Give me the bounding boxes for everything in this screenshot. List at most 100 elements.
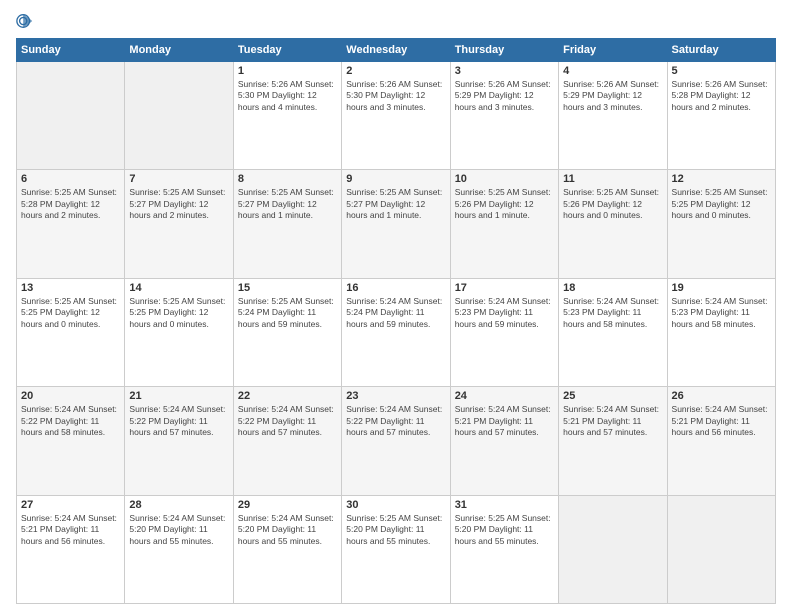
day-info: Sunrise: 5:25 AM Sunset: 5:28 PM Dayligh… bbox=[21, 187, 120, 221]
day-info: Sunrise: 5:24 AM Sunset: 5:22 PM Dayligh… bbox=[21, 404, 120, 438]
day-number: 17 bbox=[455, 282, 554, 294]
calendar-cell: 28 Sunrise: 5:24 AM Sunset: 5:20 PM Dayli… bbox=[125, 495, 233, 603]
weekday-header-monday: Monday bbox=[125, 39, 233, 62]
logo bbox=[16, 12, 36, 30]
weekday-header-saturday: Saturday bbox=[667, 39, 775, 62]
day-info: Sunrise: 5:24 AM Sunset: 5:20 PM Dayligh… bbox=[129, 513, 228, 547]
day-info: Sunrise: 5:24 AM Sunset: 5:23 PM Dayligh… bbox=[563, 296, 662, 330]
calendar-cell: 10Sunrise: 5:25 AM Sunset: 5:26 PM Dayli… bbox=[450, 170, 558, 278]
day-info: Sunrise: 5:25 AM Sunset: 5:27 PM Dayligh… bbox=[238, 187, 337, 221]
week-row-3: 20 Sunrise: 5:24 AM Sunset: 5:22 PM Dayli… bbox=[17, 387, 776, 495]
day-info: Sunrise: 5:26 AM Sunset: 5:29 PM Dayligh… bbox=[455, 79, 554, 113]
day-number: 22 bbox=[238, 390, 337, 402]
day-info: Sunrise: 5:25 AM Sunset: 5:26 PM Dayligh… bbox=[563, 187, 662, 221]
day-number: 31 bbox=[455, 499, 554, 511]
day-info: Sunrise: 5:24 AM Sunset: 5:21 PM Dayligh… bbox=[672, 404, 771, 438]
day-number: 8 bbox=[238, 173, 337, 185]
day-number: 29 bbox=[238, 499, 337, 511]
day-info: Sunrise: 5:25 AM Sunset: 5:20 PM Dayligh… bbox=[346, 513, 445, 547]
calendar-cell: 8 Sunrise: 5:25 AM Sunset: 5:27 PM Daylig… bbox=[233, 170, 341, 278]
day-info: Sunrise: 5:25 AM Sunset: 5:27 PM Dayligh… bbox=[346, 187, 445, 221]
calendar-cell: 21 Sunrise: 5:24 AM Sunset: 5:22 PM Dayli… bbox=[125, 387, 233, 495]
calendar-cell: 12 Sunrise: 5:25 AM Sunset: 5:25 PM Dayli… bbox=[667, 170, 775, 278]
calendar-cell bbox=[17, 62, 125, 170]
day-info: Sunrise: 5:26 AM Sunset: 5:30 PM Dayligh… bbox=[346, 79, 445, 113]
calendar-cell: 30 Sunrise: 5:25 AM Sunset: 5:20 PM Dayli… bbox=[342, 495, 450, 603]
day-number: 20 bbox=[21, 390, 120, 402]
day-number: 28 bbox=[129, 499, 228, 511]
calendar-cell: 15Sunrise: 5:25 AM Sunset: 5:24 PM Dayli… bbox=[233, 278, 341, 386]
day-info: Sunrise: 5:24 AM Sunset: 5:22 PM Dayligh… bbox=[129, 404, 228, 438]
calendar-cell: 2 Sunrise: 5:26 AM Sunset: 5:30 PM Daylig… bbox=[342, 62, 450, 170]
logo-icon bbox=[16, 12, 34, 30]
day-info: Sunrise: 5:25 AM Sunset: 5:27 PM Dayligh… bbox=[129, 187, 228, 221]
calendar-cell: 7 Sunrise: 5:25 AM Sunset: 5:27 PM Daylig… bbox=[125, 170, 233, 278]
calendar-cell: 23 Sunrise: 5:24 AM Sunset: 5:22 PM Dayli… bbox=[342, 387, 450, 495]
calendar-cell: 20 Sunrise: 5:24 AM Sunset: 5:22 PM Dayli… bbox=[17, 387, 125, 495]
day-info: Sunrise: 5:25 AM Sunset: 5:25 PM Dayligh… bbox=[129, 296, 228, 330]
calendar-cell: 9 Sunrise: 5:25 AM Sunset: 5:27 PM Daylig… bbox=[342, 170, 450, 278]
day-number: 12 bbox=[672, 173, 771, 185]
weekday-header-row: SundayMondayTuesdayWednesdayThursdayFrid… bbox=[17, 39, 776, 62]
calendar-cell: 13 Sunrise: 5:25 AM Sunset: 5:25 PM Dayli… bbox=[17, 278, 125, 386]
day-number: 3 bbox=[455, 65, 554, 77]
calendar-cell bbox=[559, 495, 667, 603]
calendar-cell: 17 Sunrise: 5:24 AM Sunset: 5:23 PM Dayli… bbox=[450, 278, 558, 386]
day-number: 26 bbox=[672, 390, 771, 402]
day-info: Sunrise: 5:25 AM Sunset: 5:25 PM Dayligh… bbox=[672, 187, 771, 221]
day-number: 5 bbox=[672, 65, 771, 77]
calendar-cell: 19 Sunrise: 5:24 AM Sunset: 5:23 PM Dayli… bbox=[667, 278, 775, 386]
day-number: 21 bbox=[129, 390, 228, 402]
day-info: Sunrise: 5:24 AM Sunset: 5:21 PM Dayligh… bbox=[21, 513, 120, 547]
day-number: 19 bbox=[672, 282, 771, 294]
weekday-header-friday: Friday bbox=[559, 39, 667, 62]
day-number: 9 bbox=[346, 173, 445, 185]
weekday-header-wednesday: Wednesday bbox=[342, 39, 450, 62]
day-number: 11 bbox=[563, 173, 662, 185]
calendar-table: SundayMondayTuesdayWednesdayThursdayFrid… bbox=[16, 38, 776, 604]
day-info: Sunrise: 5:24 AM Sunset: 5:22 PM Dayligh… bbox=[238, 404, 337, 438]
weekday-header-sunday: Sunday bbox=[17, 39, 125, 62]
day-number: 6 bbox=[21, 173, 120, 185]
day-number: 16 bbox=[346, 282, 445, 294]
day-number: 25 bbox=[563, 390, 662, 402]
day-number: 13 bbox=[21, 282, 120, 294]
calendar-cell: 5 Sunrise: 5:26 AM Sunset: 5:28 PM Daylig… bbox=[667, 62, 775, 170]
day-info: Sunrise: 5:24 AM Sunset: 5:21 PM Dayligh… bbox=[455, 404, 554, 438]
day-info: Sunrise: 5:26 AM Sunset: 5:28 PM Dayligh… bbox=[672, 79, 771, 113]
calendar-cell: 26 Sunrise: 5:24 AM Sunset: 5:21 PM Dayli… bbox=[667, 387, 775, 495]
week-row-2: 13 Sunrise: 5:25 AM Sunset: 5:25 PM Dayli… bbox=[17, 278, 776, 386]
week-row-0: 1Sunrise: 5:26 AM Sunset: 5:30 PM Daylig… bbox=[17, 62, 776, 170]
week-row-4: 27Sunrise: 5:24 AM Sunset: 5:21 PM Dayli… bbox=[17, 495, 776, 603]
day-info: Sunrise: 5:25 AM Sunset: 5:24 PM Dayligh… bbox=[238, 296, 337, 330]
day-info: Sunrise: 5:24 AM Sunset: 5:20 PM Dayligh… bbox=[238, 513, 337, 547]
day-info: Sunrise: 5:26 AM Sunset: 5:29 PM Dayligh… bbox=[563, 79, 662, 113]
header bbox=[16, 12, 776, 30]
day-info: Sunrise: 5:24 AM Sunset: 5:21 PM Dayligh… bbox=[563, 404, 662, 438]
day-number: 7 bbox=[129, 173, 228, 185]
day-info: Sunrise: 5:25 AM Sunset: 5:25 PM Dayligh… bbox=[21, 296, 120, 330]
calendar-cell: 22 Sunrise: 5:24 AM Sunset: 5:22 PM Dayli… bbox=[233, 387, 341, 495]
calendar-cell bbox=[667, 495, 775, 603]
day-number: 30 bbox=[346, 499, 445, 511]
day-info: Sunrise: 5:24 AM Sunset: 5:22 PM Dayligh… bbox=[346, 404, 445, 438]
calendar-cell: 24 Sunrise: 5:24 AM Sunset: 5:21 PM Dayli… bbox=[450, 387, 558, 495]
weekday-header-tuesday: Tuesday bbox=[233, 39, 341, 62]
day-info: Sunrise: 5:24 AM Sunset: 5:23 PM Dayligh… bbox=[672, 296, 771, 330]
calendar-cell: 18 Sunrise: 5:24 AM Sunset: 5:23 PM Dayli… bbox=[559, 278, 667, 386]
day-number: 23 bbox=[346, 390, 445, 402]
day-info: Sunrise: 5:24 AM Sunset: 5:24 PM Dayligh… bbox=[346, 296, 445, 330]
day-info: Sunrise: 5:24 AM Sunset: 5:23 PM Dayligh… bbox=[455, 296, 554, 330]
week-row-1: 6 Sunrise: 5:25 AM Sunset: 5:28 PM Daylig… bbox=[17, 170, 776, 278]
day-number: 4 bbox=[563, 65, 662, 77]
day-number: 14 bbox=[129, 282, 228, 294]
day-number: 24 bbox=[455, 390, 554, 402]
day-info: Sunrise: 5:25 AM Sunset: 5:20 PM Dayligh… bbox=[455, 513, 554, 547]
calendar-cell: 27Sunrise: 5:24 AM Sunset: 5:21 PM Dayli… bbox=[17, 495, 125, 603]
calendar-cell: 6 Sunrise: 5:25 AM Sunset: 5:28 PM Daylig… bbox=[17, 170, 125, 278]
day-number: 2 bbox=[346, 65, 445, 77]
calendar-cell: 16 Sunrise: 5:24 AM Sunset: 5:24 PM Dayli… bbox=[342, 278, 450, 386]
day-number: 18 bbox=[563, 282, 662, 294]
day-info: Sunrise: 5:25 AM Sunset: 5:26 PM Dayligh… bbox=[455, 187, 554, 221]
calendar-cell: 4 Sunrise: 5:26 AM Sunset: 5:29 PM Daylig… bbox=[559, 62, 667, 170]
